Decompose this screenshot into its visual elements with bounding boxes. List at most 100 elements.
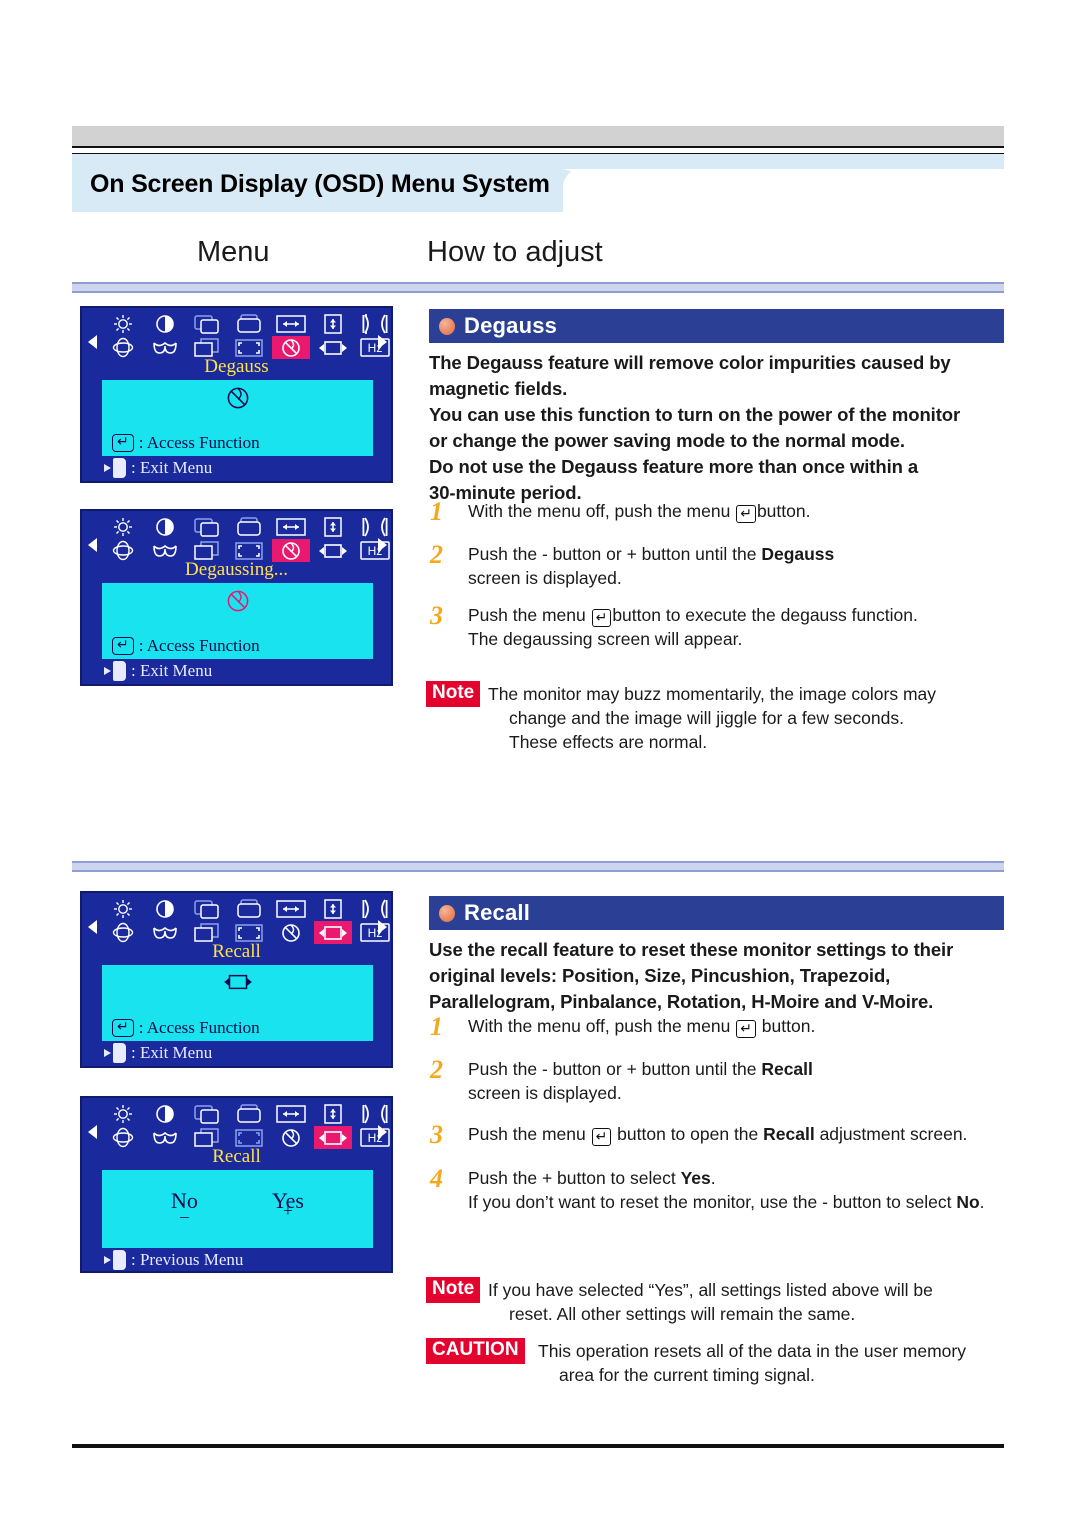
header-divider-rule: [72, 282, 1004, 293]
osd-exit-row: : Exit Menu: [104, 1043, 212, 1063]
bullet-icon: [439, 317, 455, 335]
section-header-label: Recall: [464, 900, 531, 925]
osd-screenshot-degauss: Hz Degauss ↵ : Access Function : Exit Me…: [80, 306, 393, 483]
page-title: On Screen Display (OSD) Menu System: [90, 170, 550, 198]
osd-icon-bar: Hz: [82, 513, 394, 562]
svg-text:Hz: Hz: [368, 341, 383, 355]
desc-line: original levels: Position, Size, Pincush…: [429, 965, 891, 986]
h-position-icon[interactable]: [188, 515, 226, 538]
brightness-icon[interactable]: [104, 1102, 142, 1125]
brightness-icon[interactable]: [104, 312, 142, 335]
note-badge: Note: [426, 1277, 481, 1303]
left-arrow-icon[interactable]: [88, 920, 97, 934]
caution-badge: CAUTION: [426, 1338, 525, 1364]
h-position-icon[interactable]: [188, 1102, 226, 1125]
manual-page: On Screen Display (OSD) Menu System Menu…: [0, 0, 1080, 1528]
v-size-icon[interactable]: [314, 312, 352, 335]
osd-access-row: ↵ : Access Function: [112, 1018, 260, 1038]
v-position-icon[interactable]: [230, 312, 268, 335]
h-position-icon[interactable]: [188, 312, 226, 335]
desc-line: or change the power saving mode to the n…: [429, 430, 905, 451]
brightness-icon[interactable]: [104, 897, 142, 920]
section-divider-rule: [72, 861, 1004, 872]
osd-icon-grid: Hz: [104, 515, 394, 562]
osd-icon-grid: Hz: [104, 1102, 394, 1149]
osd-title: Degauss: [204, 356, 269, 377]
enter-key-icon: ↵: [112, 637, 134, 655]
osd-option-yes-sign: +: [283, 1201, 293, 1220]
v-position-icon[interactable]: [230, 515, 268, 538]
desc-line: Parallelogram, Pinbalance, Rotation, H-M…: [429, 991, 934, 1012]
h-position-icon[interactable]: [188, 897, 226, 920]
v-size-icon[interactable]: [314, 1102, 352, 1125]
contrast-icon[interactable]: [146, 515, 184, 538]
h-size-icon[interactable]: [272, 312, 310, 335]
h-size-icon[interactable]: [272, 897, 310, 920]
osd-option-yes[interactable]: Yes +: [272, 1188, 304, 1220]
osd-icon-grid: Hz: [104, 312, 394, 359]
bottom-rule: [72, 1444, 1004, 1448]
osd-option-no[interactable]: No _: [171, 1188, 198, 1220]
section-header-degauss: Degauss: [429, 309, 1004, 343]
step-text: Push the menu ↵ button to open the Recal…: [468, 1124, 968, 1146]
desc-line: The Degauss feature will remove color im…: [429, 352, 951, 373]
bullet-icon: [439, 904, 455, 922]
step-number: 2: [430, 540, 443, 569]
note-text: If you have selected “Yes”, all settings…: [488, 1280, 933, 1324]
left-arrow-icon[interactable]: [88, 538, 97, 552]
recall-description: Use the recall feature to reset these mo…: [429, 937, 1004, 1015]
osd-exit-label: : Exit Menu: [131, 458, 213, 477]
column-header-howto: How to adjust: [427, 236, 603, 268]
left-arrow-icon[interactable]: [88, 1125, 97, 1139]
v-position-icon[interactable]: [230, 897, 268, 920]
osd-screen-area: ↵ : Access Function: [102, 965, 373, 1041]
desc-line: Do not use the Degauss feature more than…: [429, 456, 919, 477]
osd-access-label: : Access Function: [138, 636, 260, 655]
brightness-icon[interactable]: [104, 515, 142, 538]
enter-key-icon: ↵: [591, 1128, 612, 1146]
left-arrow-icon[interactable]: [88, 335, 97, 349]
osd-exit-row: : Exit Menu: [104, 661, 212, 681]
h-size-icon[interactable]: [272, 515, 310, 538]
osd-title: Recall: [212, 1146, 261, 1167]
exit-door-icon: [104, 458, 126, 478]
osd-exit-label: : Exit Menu: [131, 661, 213, 680]
desc-line: Use the recall feature to reset these mo…: [429, 939, 954, 960]
svg-text:Hz: Hz: [368, 544, 383, 558]
enter-key-icon: ↵: [112, 1019, 134, 1037]
step-text: Push the + button to select Yes. If you d…: [468, 1168, 985, 1212]
note-recall: Note If you have selected “Yes”, all set…: [426, 1277, 933, 1324]
top-gray-bar: [72, 126, 1004, 146]
exit-door-icon: [104, 1043, 126, 1063]
osd-title: Recall: [212, 941, 261, 962]
osd-screen-area: No _ Yes +: [102, 1170, 373, 1248]
pincushion-icon[interactable]: [356, 897, 394, 920]
step-number: 3: [430, 601, 443, 630]
h-size-icon[interactable]: [272, 1102, 310, 1125]
note-degauss: Note The monitor may buzz momentarily, t…: [426, 681, 936, 752]
step-text: Push the - button or + button until the …: [468, 544, 835, 588]
contrast-icon[interactable]: [146, 897, 184, 920]
step-number: 2: [430, 1055, 443, 1084]
osd-option-no-sign: _: [180, 1201, 189, 1220]
osd-title: Degaussing...: [185, 559, 288, 580]
v-size-icon[interactable]: [314, 897, 352, 920]
v-size-icon[interactable]: [314, 515, 352, 538]
osd-access-row: ↵ : Access Function: [112, 636, 260, 656]
pincushion-icon[interactable]: [356, 1102, 394, 1125]
osd-icon-bar: Hz: [82, 1100, 394, 1149]
contrast-icon[interactable]: [146, 312, 184, 335]
title-band-corner: [545, 169, 581, 212]
caution-recall: CAUTION This operation resets all of the…: [426, 1338, 966, 1385]
osd-screen-area: ↵ : Access Function: [102, 583, 373, 659]
section-header-recall: Recall: [429, 896, 1004, 930]
svg-text:Hz: Hz: [368, 926, 383, 940]
pincushion-icon[interactable]: [356, 515, 394, 538]
osd-icon-grid: Hz: [104, 897, 394, 944]
v-position-icon[interactable]: [230, 1102, 268, 1125]
contrast-icon[interactable]: [146, 1102, 184, 1125]
step-number: 1: [430, 1012, 443, 1041]
osd-access-row: ↵ : Access Function: [112, 433, 260, 453]
note-text: The monitor may buzz momentarily, the im…: [488, 684, 937, 752]
pincushion-icon[interactable]: [356, 312, 394, 335]
